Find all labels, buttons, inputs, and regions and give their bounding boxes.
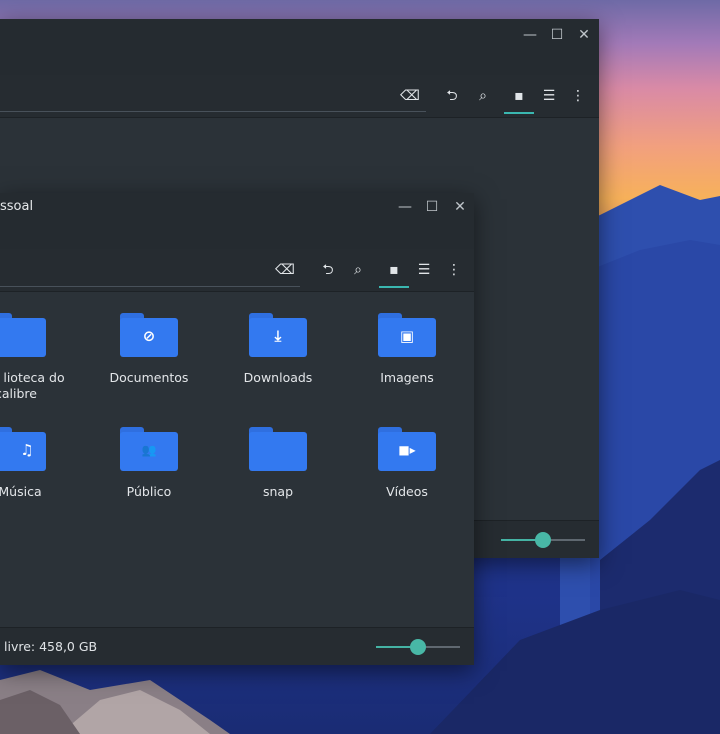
folder-label: snap — [262, 484, 294, 499]
close-button[interactable]: ✕ — [451, 198, 469, 216]
clear-location-icon[interactable]: ⌫ — [274, 259, 296, 281]
list-view-icon[interactable]: ☰ — [413, 259, 435, 281]
folder-label: Público — [126, 484, 172, 499]
snap-folder-icon — [249, 427, 307, 471]
folder-label: Downloads — [243, 370, 313, 385]
maximize-button[interactable]: ☐ — [548, 26, 566, 44]
free-space-text: livre: 458,0 GB — [4, 639, 98, 654]
folder-label: Imagens — [380, 370, 434, 385]
maximize-button[interactable]: ☐ — [423, 198, 441, 216]
title-bar[interactable]: ssoal — ☐ ✕ — [0, 193, 474, 249]
toggle-location-icon[interactable]: ⮌ — [441, 85, 463, 107]
clear-location-icon[interactable]: ⌫ — [399, 85, 421, 107]
search-icon[interactable]: ⌕ — [347, 259, 369, 281]
location-bar[interactable] — [0, 111, 426, 112]
close-button[interactable]: ✕ — [575, 26, 593, 44]
library-folder-icon — [0, 313, 46, 357]
public-folder-icon: 👥 — [120, 427, 178, 471]
folder-label: lioteca do — [3, 370, 65, 385]
zoom-slider-knob[interactable] — [535, 532, 551, 548]
folder-label: Vídeos — [386, 484, 428, 499]
images-folder-icon: ▣ — [378, 313, 436, 357]
minimize-button[interactable]: — — [521, 26, 539, 44]
active-view-indicator — [379, 286, 409, 288]
active-view-indicator — [504, 112, 534, 114]
grid-view-icon[interactable]: ▪ — [383, 259, 405, 281]
list-view-icon[interactable]: ☰ — [538, 85, 560, 107]
location-bar[interactable] — [0, 286, 300, 287]
videos-folder-icon: ■▸ — [378, 427, 436, 471]
toolbar: ⌫ ⮌ ⌕ ▪ ☰ ⋮ — [0, 249, 474, 292]
music-folder-icon: ♫ — [0, 427, 46, 471]
search-icon[interactable]: ⌕ — [472, 85, 494, 107]
folder-label: Documentos — [109, 370, 189, 385]
compact-view-icon[interactable]: ⋮ — [443, 259, 465, 281]
folder-label: Música — [0, 484, 42, 499]
window-title: ssoal — [0, 199, 34, 214]
grid-view-icon[interactable]: ▪ — [508, 85, 530, 107]
status-bar: livre: 458,0 GB — [0, 627, 474, 665]
toggle-location-icon[interactable]: ⮌ — [317, 259, 339, 281]
compact-view-icon[interactable]: ⋮ — [567, 85, 589, 107]
minimize-button[interactable]: — — [396, 198, 414, 216]
downloads-folder-icon: ⤓ — [249, 313, 307, 357]
zoom-slider-knob[interactable] — [410, 639, 426, 655]
toolbar: ⌫ ⮌ ⌕ ▪ ☰ ⋮ — [0, 75, 599, 118]
file-manager-window-front: ssoal — ☐ ✕ ⌫ ⮌ ⌕ ▪ ☰ ⋮ lioteca do calib… — [0, 193, 474, 665]
folder-label-line2: calibre — [0, 386, 37, 401]
documents-folder-icon: ⊘ — [120, 313, 178, 357]
title-bar[interactable]: — ☐ ✕ — [0, 19, 599, 75]
